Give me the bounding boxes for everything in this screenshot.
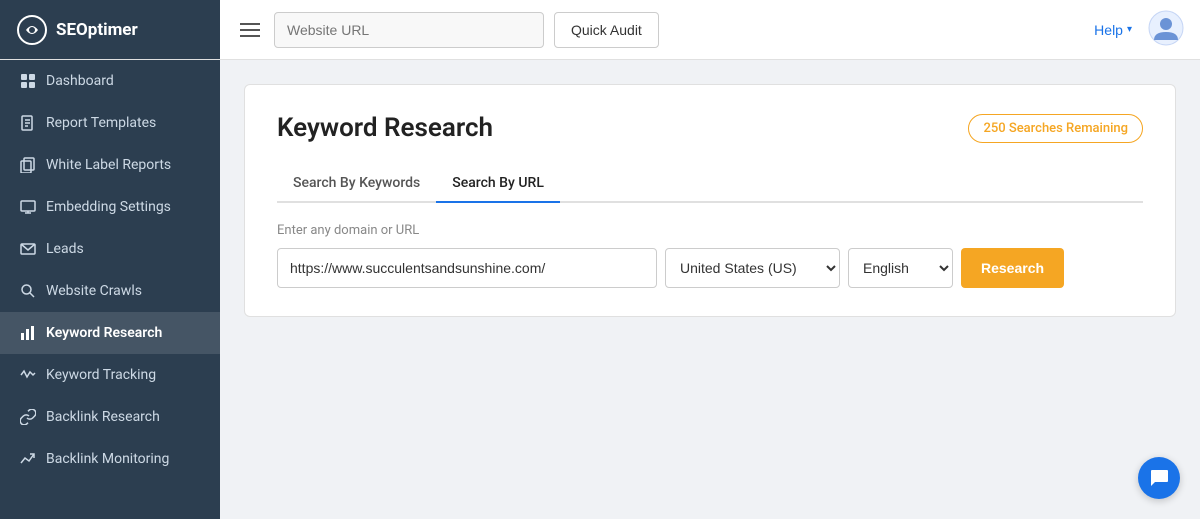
hamburger-line <box>240 29 260 31</box>
sidebar-label-embedding: Embedding Settings <box>46 199 171 215</box>
sidebar-label-backlink-research: Backlink Research <box>46 409 160 425</box>
monitor-icon <box>20 199 36 215</box>
sidebar-item-keyword-tracking[interactable]: Keyword Tracking <box>0 354 220 396</box>
research-button[interactable]: Research <box>961 248 1064 288</box>
help-button[interactable]: Help ▾ <box>1094 22 1132 38</box>
main-content: Keyword Research 250 Searches Remaining … <box>220 60 1200 519</box>
user-avatar-button[interactable] <box>1148 10 1184 49</box>
language-select[interactable]: English Spanish French German <box>848 248 953 288</box>
hamburger-button[interactable] <box>236 19 264 41</box>
sidebar-item-report-templates[interactable]: Report Templates <box>0 102 220 144</box>
user-icon <box>1148 10 1184 46</box>
sidebar-item-keyword-research[interactable]: Keyword Research <box>0 312 220 354</box>
sidebar-item-backlink-research[interactable]: Backlink Research <box>0 396 220 438</box>
sidebar-label-keyword-tracking: Keyword Tracking <box>46 367 156 383</box>
copy-icon <box>20 157 36 173</box>
sidebar-label-white-label: White Label Reports <box>46 157 171 173</box>
sidebar-label-leads: Leads <box>46 241 84 257</box>
sidebar-item-white-label[interactable]: White Label Reports <box>0 144 220 186</box>
mail-icon <box>20 241 36 257</box>
search-icon <box>20 283 36 299</box>
searches-remaining-badge: 250 Searches Remaining <box>968 114 1143 143</box>
domain-url-input[interactable] <box>277 248 657 288</box>
search-form-row: United States (US) United Kingdom (UK) C… <box>277 248 1143 288</box>
grid-icon <box>20 73 36 89</box>
logo-text: SEOptimer <box>56 20 138 40</box>
trending-icon <box>20 451 36 467</box>
hamburger-line <box>240 35 260 37</box>
tab-search-by-url[interactable]: Search By URL <box>436 167 560 203</box>
sidebar-label-keyword-research: Keyword Research <box>46 325 162 341</box>
hamburger-line <box>240 23 260 25</box>
link-icon <box>20 409 36 425</box>
sidebar-item-leads[interactable]: Leads <box>0 228 220 270</box>
tabs-container: Search By Keywords Search By URL <box>277 167 1143 203</box>
tab-search-by-keywords[interactable]: Search By Keywords <box>277 167 436 203</box>
activity-icon <box>20 367 36 383</box>
sidebar-item-website-crawls[interactable]: Website Crawls <box>0 270 220 312</box>
page-title: Keyword Research <box>277 113 493 143</box>
website-url-input[interactable] <box>274 12 544 48</box>
chevron-down-icon: ▾ <box>1127 24 1132 35</box>
sidebar-item-backlink-monitoring[interactable]: Backlink Monitoring <box>0 438 220 480</box>
sidebar-label-report-templates: Report Templates <box>46 115 156 131</box>
sidebar-label-backlink-monitoring: Backlink Monitoring <box>46 451 169 467</box>
bar-chart-icon <box>20 325 36 341</box>
sidebar-item-embedding[interactable]: Embedding Settings <box>0 186 220 228</box>
chat-bubble-button[interactable] <box>1138 457 1180 499</box>
chat-icon <box>1149 468 1169 488</box>
country-select[interactable]: United States (US) United Kingdom (UK) C… <box>665 248 840 288</box>
help-label: Help <box>1094 22 1123 38</box>
file-icon <box>20 115 36 131</box>
form-label: Enter any domain or URL <box>277 223 1143 238</box>
sidebar-label-website-crawls: Website Crawls <box>46 283 142 299</box>
sidebar-label-dashboard: Dashboard <box>46 73 114 89</box>
logo-icon <box>16 14 48 46</box>
sidebar: Dashboard Report Templates White Label R… <box>0 60 220 519</box>
content-card: Keyword Research 250 Searches Remaining … <box>244 84 1176 317</box>
quick-audit-button[interactable]: Quick Audit <box>554 12 659 48</box>
sidebar-item-dashboard[interactable]: Dashboard <box>0 60 220 102</box>
